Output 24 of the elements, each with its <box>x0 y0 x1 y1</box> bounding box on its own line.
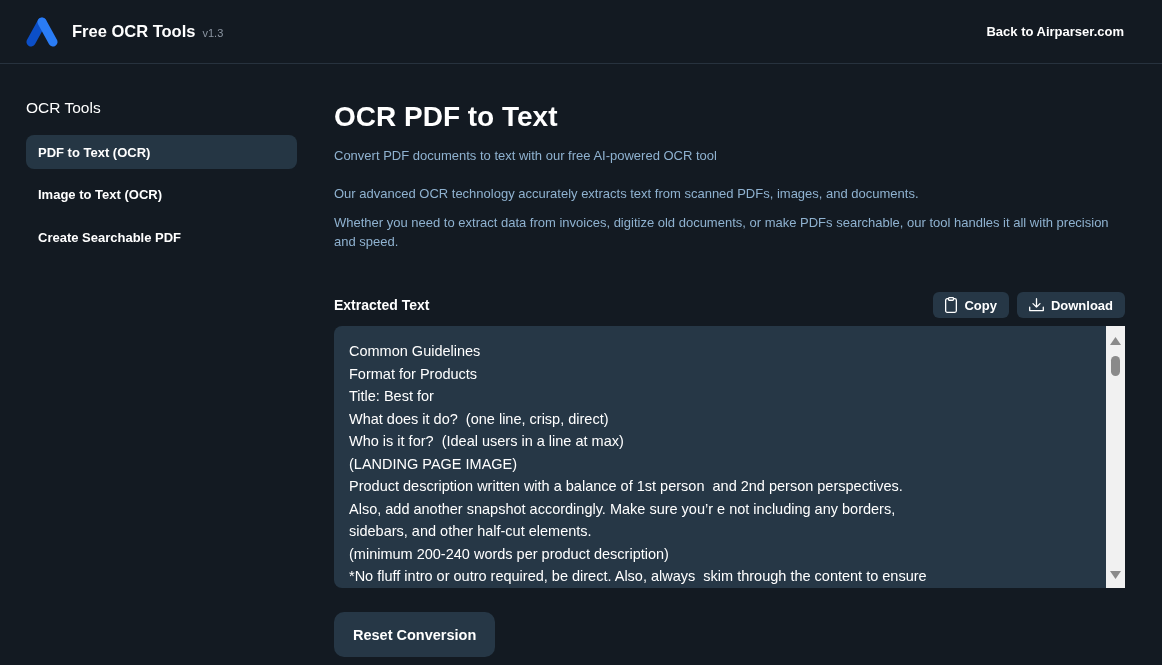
page-title: OCR PDF to Text <box>334 100 559 134</box>
description-text: Whether you need to extract data from invoices, digitize old documents, or make PDFs searchable, our tool handles it all with precision and speed. <box>334 213 1110 251</box>
download-button[interactable]: Download <box>1016 292 1125 318</box>
sidebar-item[interactable]: PDF to Text (OCR) <box>26 135 297 169</box>
sidebar-title: OCR Tools <box>26 98 102 118</box>
extracted-text-label: Extracted Text <box>334 297 430 313</box>
download-icon <box>1028 298 1044 312</box>
scroll-up-arrow-icon[interactable] <box>1110 337 1121 345</box>
scrollbar-thumb[interactable] <box>1111 356 1120 376</box>
sidebar-item[interactable]: Create Searchable PDF <box>26 220 297 254</box>
back-link[interactable]: Back to Airparser.com <box>986 24 1124 39</box>
sidebar-item[interactable]: Image to Text (OCR) <box>26 177 297 212</box>
scroll-down-arrow-icon[interactable] <box>1110 571 1121 579</box>
scrollbar[interactable] <box>1106 326 1125 588</box>
copy-button[interactable]: Copy <box>933 292 1009 318</box>
version-label: v1.3 <box>202 27 224 39</box>
reset-conversion-button[interactable]: Reset Conversion <box>334 612 496 657</box>
description-text: Our advanced OCR technology accurately extracts text from scanned PDFs, images, and documents. <box>334 185 920 203</box>
logo-icon <box>26 16 58 47</box>
page-subtitle: Convert PDF documents to text with our free AI-powered OCR tool <box>334 147 718 165</box>
clipboard-icon <box>945 297 958 313</box>
extracted-text: Common Guidelines Format for Products Title: Best for What does it do? (one line, crisp, direct) Who is it for? (Ideal users in a line at max) (LANDING PAGE IMAGE) Product description written with a balance of 1st person and 2nd person perspectives. Also, add another snapshot accordingly. Make sure you’r e not including any borders, sidebars, and other half-cut elements. (minimum 200-240 words per product description) *No fluff intro or outro required, be direct. Also, always skim through the content to ensure <box>348 342 928 586</box>
extracted-text-field[interactable] <box>334 326 1125 588</box>
app-name: Free OCR Tools <box>72 22 196 41</box>
